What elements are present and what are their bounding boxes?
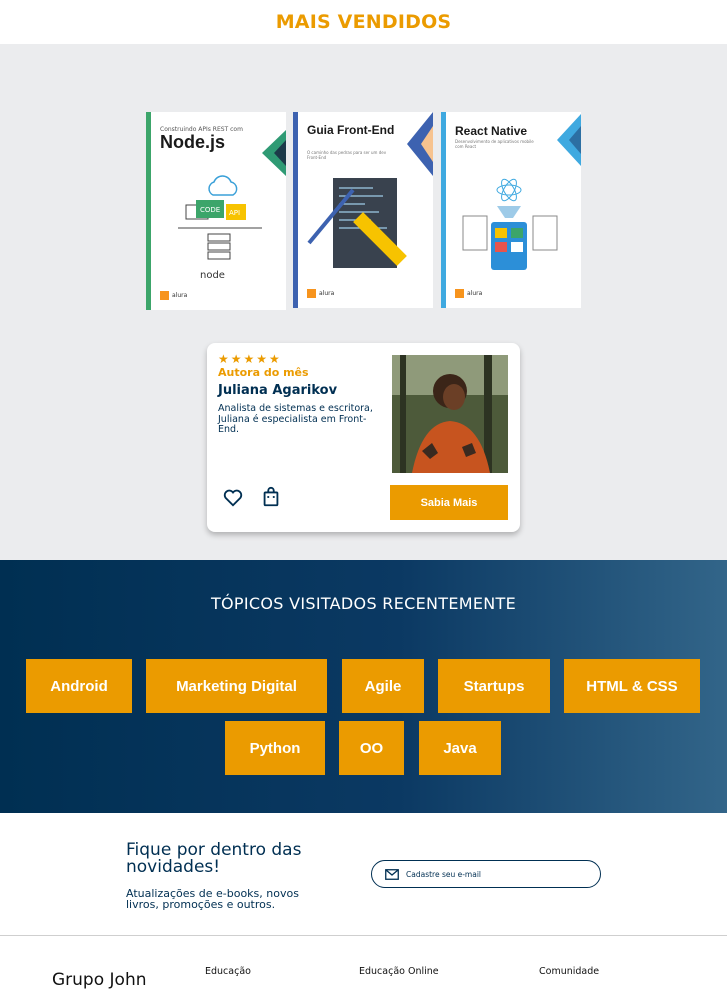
svg-text:API: API xyxy=(229,209,240,217)
topic-marketing-digital[interactable]: Marketing Digital xyxy=(146,659,327,713)
footer-logo: Grupo John xyxy=(52,970,147,990)
footer-link-community[interactable]: Comunidade xyxy=(539,966,599,977)
book-title: Node.js xyxy=(160,132,226,152)
cover-decoration xyxy=(407,112,433,176)
newsletter-title: Fique por dentro das novidades! xyxy=(126,840,302,877)
footer-link-online-education[interactable]: Educação Online xyxy=(359,966,439,977)
topic-html-css[interactable]: HTML & CSS xyxy=(564,659,700,713)
book-brand: alura xyxy=(307,289,334,298)
svg-text:node: node xyxy=(200,270,225,281)
add-to-bag-button[interactable] xyxy=(260,486,282,508)
email-input[interactable] xyxy=(406,869,586,879)
book-subtitle: O caminho das pedras para ser um dev Fro… xyxy=(307,150,387,160)
author-description: Analista de sistemas e escritora, Julian… xyxy=(218,403,373,435)
newsletter-section: Fique por dentro das novidades! Atualiza… xyxy=(0,813,727,935)
shopping-bag-icon xyxy=(263,486,279,507)
author-name: Juliana Agarikov xyxy=(218,383,338,398)
heart-icon xyxy=(223,489,243,507)
book-brand: alura xyxy=(455,289,482,298)
book-title: React Native xyxy=(455,124,528,138)
book-cover-front-end[interactable]: Guia Front-End O caminho das pedras para… xyxy=(293,112,433,308)
topic-java[interactable]: Java xyxy=(419,721,501,775)
book-illustration: CODE API node xyxy=(178,175,262,281)
section-header: MAIS VENDIDOS xyxy=(0,0,727,44)
footer-link-education[interactable]: Educação xyxy=(205,966,251,977)
favorite-button[interactable] xyxy=(222,486,244,508)
book-brand: alura xyxy=(160,291,187,300)
footer: Grupo John Educação Educação Online Comu… xyxy=(0,935,727,990)
topics-title: TÓPICOS VISITADOS RECENTEMENTE xyxy=(210,594,517,613)
author-of-month-card: ★★★★★ Autora do mês Juliana Agarikov Ana… xyxy=(207,343,520,532)
book-cover-react-native[interactable]: React Native Desenvolvimento de aplicati… xyxy=(441,112,581,308)
topic-startups[interactable]: Startups xyxy=(438,659,550,713)
cover-decoration xyxy=(557,114,581,166)
recent-topics-section: TÓPICOS VISITADOS RECENTEMENTE Android M… xyxy=(0,560,727,813)
book-subtitle: Desenvolvimento de aplicativos mobile co… xyxy=(455,139,534,149)
book-illustration xyxy=(462,178,558,270)
rating-stars: ★★★★★ xyxy=(218,352,282,366)
topic-python[interactable]: Python xyxy=(225,721,325,775)
book-title: Guia Front-End xyxy=(307,123,395,137)
newsletter-text: Atualizações de e-books, novos livros, p… xyxy=(126,887,299,911)
author-label: Autora do mês xyxy=(218,366,309,379)
book-cover-nodejs[interactable]: Construindo APIs REST com Node.js CODE A… xyxy=(146,112,286,310)
author-photo xyxy=(392,355,508,473)
topic-android[interactable]: Android xyxy=(26,659,132,713)
learn-more-button[interactable]: Sabia Mais xyxy=(390,485,508,520)
book-illustration xyxy=(307,178,407,268)
svg-text:CODE: CODE xyxy=(200,206,220,214)
topic-agile[interactable]: Agile xyxy=(342,659,424,713)
section-title: MAIS VENDIDOS xyxy=(275,11,452,33)
topic-oo[interactable]: OO xyxy=(339,721,404,775)
email-signup-field[interactable] xyxy=(371,860,601,888)
mail-icon xyxy=(385,868,399,880)
